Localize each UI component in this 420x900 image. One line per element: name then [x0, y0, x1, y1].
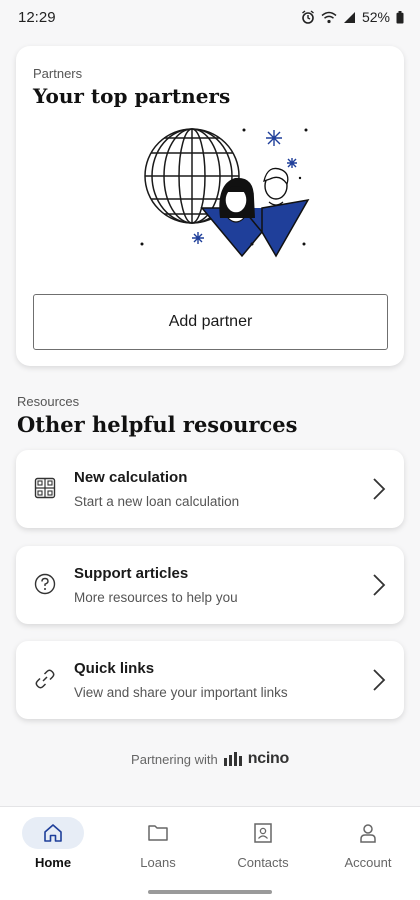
partners-title: Your top partners	[33, 84, 231, 108]
nav-label-contacts: Contacts	[237, 855, 289, 870]
resource-title: Quick links	[74, 660, 155, 677]
contact-card-icon	[254, 823, 272, 843]
resources-title: Other helpful resources	[17, 412, 298, 437]
nav-icon-container	[22, 817, 84, 849]
chevron-right-icon	[373, 478, 386, 500]
bottom-nav: Home Loans Contacts Account	[0, 806, 420, 900]
ncino-logo: ncino	[223, 750, 289, 768]
nav-item-home[interactable]: Home	[13, 817, 93, 879]
globe-people-illustration	[140, 128, 310, 258]
wifi-icon	[321, 11, 337, 23]
nav-item-contacts[interactable]: Contacts	[223, 817, 303, 879]
resource-subtitle: View and share your important links	[74, 685, 288, 700]
alarm-icon	[302, 10, 314, 24]
calculator-icon	[34, 477, 56, 499]
partners-card: Partners Your top partners Add partner	[16, 46, 404, 366]
folder-icon	[148, 825, 168, 841]
resources-eyebrow: Resources	[17, 394, 80, 409]
nav-label-home: Home	[34, 855, 72, 870]
brand-name: ncino	[247, 750, 289, 767]
nav-label-account: Account	[344, 855, 392, 870]
partners-eyebrow: Partners	[33, 66, 83, 81]
add-partner-button[interactable]: Add partner	[33, 294, 388, 350]
chevron-right-icon	[373, 574, 386, 596]
nav-item-account[interactable]: Account	[328, 817, 408, 879]
nav-icon-container	[232, 817, 294, 849]
partnering-footer: Partnering with ncino	[0, 750, 420, 768]
resource-title: Support articles	[74, 565, 189, 582]
status-icons: 52%	[301, 9, 404, 25]
add-partner-label: Add partner	[168, 313, 253, 330]
ncino-bars-icon	[223, 752, 242, 766]
help-circle-icon	[34, 573, 56, 595]
nav-icon-container	[127, 817, 189, 849]
chevron-right-icon	[373, 669, 386, 691]
resource-card-support-articles[interactable]: Support articles More resources to help …	[16, 546, 404, 624]
resource-card-new-calculation[interactable]: New calculation Start a new loan calcula…	[16, 450, 404, 528]
nav-label-loans: Loans	[140, 855, 176, 870]
person-icon	[360, 824, 376, 843]
status-bar: 12:29 52%	[0, 0, 420, 34]
signal-icon	[343, 11, 355, 23]
nav-item-loans[interactable]: Loans	[118, 817, 198, 879]
home-icon	[44, 824, 62, 842]
resource-subtitle: More resources to help you	[74, 590, 238, 605]
battery-icon	[396, 10, 404, 23]
nav-icon-container	[337, 817, 399, 849]
partnering-text: Partnering with	[131, 751, 218, 767]
resource-title: New calculation	[74, 469, 188, 486]
link-icon	[35, 669, 55, 689]
battery-percent: 52%	[361, 9, 390, 25]
resource-card-quick-links[interactable]: Quick links View and share your importan…	[16, 641, 404, 719]
resource-subtitle: Start a new loan calculation	[74, 494, 240, 509]
gesture-home-indicator[interactable]	[148, 890, 272, 894]
status-time: 12:29	[18, 8, 56, 26]
